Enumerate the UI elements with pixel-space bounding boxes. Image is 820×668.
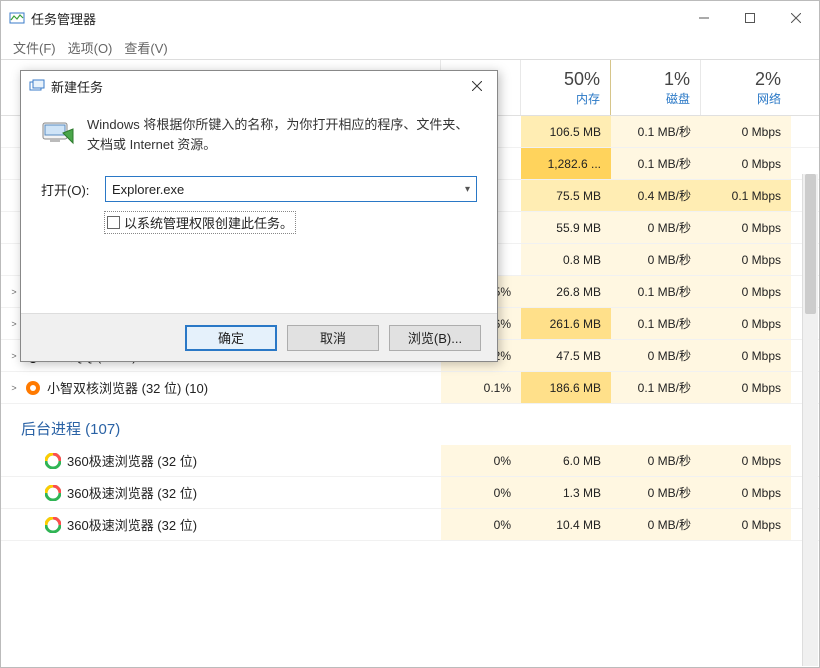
cell-net: 0 Mbps xyxy=(701,116,791,147)
col-network[interactable]: 2%网络 xyxy=(701,60,791,115)
open-value: Explorer.exe xyxy=(112,182,184,197)
cell-disk: 0.1 MB/秒 xyxy=(611,372,701,403)
expand-icon[interactable]: > xyxy=(9,319,19,329)
360-icon xyxy=(45,485,61,501)
dialog-body: Windows 将根据你所键入的名称，为你打开相应的程序、文件夹、文档或 Int… xyxy=(21,101,497,233)
cell-disk: 0 MB/秒 xyxy=(611,244,701,275)
process-name: 360极速浏览器 (32 位) xyxy=(67,483,197,502)
maximize-button[interactable] xyxy=(727,3,773,33)
dialog-title: 新建任务 xyxy=(51,77,103,96)
run-icon xyxy=(41,115,75,149)
cell-mem: 1,282.6 ... xyxy=(521,148,611,179)
run-dialog-icon xyxy=(29,78,45,94)
taskmgr-icon xyxy=(9,10,25,26)
cell-net: 0 Mbps xyxy=(701,445,791,476)
menu-file[interactable]: 文件(F) xyxy=(13,38,56,57)
process-name: 360极速浏览器 (32 位) xyxy=(67,451,197,470)
process-name-cell: 360极速浏览器 (32 位) xyxy=(1,445,441,476)
cell-mem: 75.5 MB xyxy=(521,180,611,211)
cell-mem: 186.6 MB xyxy=(521,372,611,403)
dialog-titlebar[interactable]: 新建任务 xyxy=(21,71,497,101)
admin-checkbox-label: 以系统管理权限创建此任务。 xyxy=(124,213,293,232)
cell-cpu: 0.1% xyxy=(441,372,521,403)
open-label: 打开(O): xyxy=(41,180,99,199)
cell-cpu: 0% xyxy=(441,445,521,476)
cell-disk: 0.1 MB/秒 xyxy=(611,276,701,307)
cell-net: 0 Mbps xyxy=(701,148,791,179)
dialog-message: Windows 将根据你所键入的名称，为你打开相应的程序、文件夹、文档或 Int… xyxy=(87,115,477,154)
cell-net: 0 Mbps xyxy=(701,308,791,339)
cell-mem: 261.6 MB xyxy=(521,308,611,339)
360-icon xyxy=(45,517,61,533)
cell-mem: 0.8 MB xyxy=(521,244,611,275)
process-name-cell: 360极速浏览器 (32 位) xyxy=(1,509,441,540)
table-row[interactable]: 360极速浏览器 (32 位) 0%10.4 MB0 MB/秒0 Mbps xyxy=(1,509,819,541)
dialog-button-bar: 确定 取消 浏览(B)... xyxy=(21,313,497,361)
cell-mem: 26.8 MB xyxy=(521,276,611,307)
menu-view[interactable]: 查看(V) xyxy=(124,38,167,57)
cell-disk: 0.1 MB/秒 xyxy=(611,148,701,179)
expand-icon[interactable]: > xyxy=(9,351,19,361)
cell-net: 0 Mbps xyxy=(701,340,791,371)
background-process-rows: 360极速浏览器 (32 位)0%6.0 MB0 MB/秒0 Mbps360极速… xyxy=(1,445,819,541)
cell-net: 0 Mbps xyxy=(701,244,791,275)
open-row: 打开(O): Explorer.exe ▾ xyxy=(41,176,477,202)
cell-mem: 106.5 MB xyxy=(521,116,611,147)
menubar: 文件(F) 选项(O) 查看(V) xyxy=(1,35,819,59)
360-icon xyxy=(45,453,61,469)
close-button[interactable] xyxy=(773,3,819,33)
cell-cpu: 0% xyxy=(441,509,521,540)
chevron-down-icon: ▾ xyxy=(465,184,470,195)
window-title: 任务管理器 xyxy=(31,9,681,28)
cell-mem: 10.4 MB xyxy=(521,509,611,540)
xz-icon xyxy=(25,380,41,396)
titlebar[interactable]: 任务管理器 xyxy=(1,1,819,35)
cell-net: 0 Mbps xyxy=(701,276,791,307)
cell-net: 0 Mbps xyxy=(701,509,791,540)
scrollbar-thumb[interactable] xyxy=(805,174,816,314)
dialog-close-button[interactable] xyxy=(457,72,497,100)
cell-mem: 6.0 MB xyxy=(521,445,611,476)
process-name-cell: > 小智双核浏览器 (32 位) (10) xyxy=(1,372,441,403)
cell-disk: 0.4 MB/秒 xyxy=(611,180,701,211)
cell-net: 0 Mbps xyxy=(701,372,791,403)
vertical-scrollbar[interactable] xyxy=(802,174,818,666)
cell-cpu: 0% xyxy=(441,477,521,508)
cell-disk: 0 MB/秒 xyxy=(611,212,701,243)
browse-button[interactable]: 浏览(B)... xyxy=(389,325,481,351)
process-name-cell: 360极速浏览器 (32 位) xyxy=(1,477,441,508)
col-disk[interactable]: 1%磁盘 xyxy=(611,60,701,115)
cell-disk: 0.1 MB/秒 xyxy=(611,308,701,339)
process-name: 小智双核浏览器 (32 位) (10) xyxy=(47,378,208,397)
cell-mem: 47.5 MB xyxy=(521,340,611,371)
cell-disk: 0 MB/秒 xyxy=(611,340,701,371)
cancel-button[interactable]: 取消 xyxy=(287,325,379,351)
cell-mem: 1.3 MB xyxy=(521,477,611,508)
cell-disk: 0 MB/秒 xyxy=(611,509,701,540)
dialog-message-row: Windows 将根据你所键入的名称，为你打开相应的程序、文件夹、文档或 Int… xyxy=(41,115,477,154)
minimize-button[interactable] xyxy=(681,3,727,33)
cell-mem: 55.9 MB xyxy=(521,212,611,243)
cell-net: 0.1 Mbps xyxy=(701,180,791,211)
table-row[interactable]: 360极速浏览器 (32 位) 0%6.0 MB0 MB/秒0 Mbps xyxy=(1,445,819,477)
process-name: 360极速浏览器 (32 位) xyxy=(67,515,197,534)
admin-checkbox[interactable] xyxy=(107,216,120,229)
section-background: 后台进程 (107) xyxy=(1,404,819,445)
cell-disk: 0.1 MB/秒 xyxy=(611,116,701,147)
expand-icon[interactable]: > xyxy=(9,287,19,297)
new-task-dialog: 新建任务 Windows 将根据你所键入的名称，为你打开相应的程序、文件夹、文档… xyxy=(20,70,498,362)
expand-icon[interactable]: > xyxy=(9,383,19,393)
admin-checkbox-row[interactable]: 以系统管理权限创建此任务。 xyxy=(105,212,295,233)
table-row[interactable]: > 小智双核浏览器 (32 位) (10) 0.1%186.6 MB0.1 MB/秒… xyxy=(1,372,819,404)
open-combobox[interactable]: Explorer.exe ▾ xyxy=(105,176,477,202)
table-row[interactable]: 360极速浏览器 (32 位) 0%1.3 MB0 MB/秒0 Mbps xyxy=(1,477,819,509)
cell-disk: 0 MB/秒 xyxy=(611,477,701,508)
cell-net: 0 Mbps xyxy=(701,212,791,243)
window-controls xyxy=(681,3,819,33)
cell-net: 0 Mbps xyxy=(701,477,791,508)
menu-options[interactable]: 选项(O) xyxy=(68,38,113,57)
ok-button[interactable]: 确定 xyxy=(185,325,277,351)
col-memory[interactable]: 50%内存 xyxy=(521,60,611,115)
cell-disk: 0 MB/秒 xyxy=(611,445,701,476)
